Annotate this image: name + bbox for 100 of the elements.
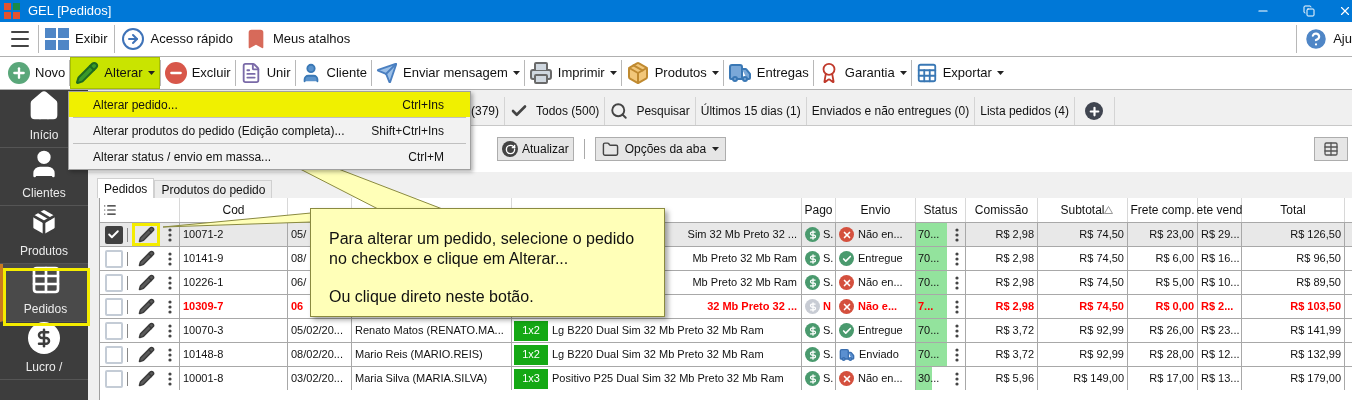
edit-button[interactable] — [137, 346, 155, 363]
table-cell-text: Renato Matos (RENATO.MA... — [355, 323, 504, 339]
pencil-icon — [137, 250, 155, 267]
toolbar-button[interactable]: Garantia — [813, 57, 911, 89]
edit-button[interactable] — [137, 250, 155, 267]
more-button[interactable] — [167, 299, 172, 314]
table-cell-text: R$ 74,50 — [1079, 275, 1124, 291]
more-button[interactable] — [955, 347, 959, 362]
tab[interactable]: Enviados e não entregues (0) — [806, 97, 976, 125]
column-header: Total — [1280, 202, 1306, 219]
more-button[interactable] — [955, 299, 959, 314]
table-cell-text: 08/02/20... — [291, 347, 343, 363]
plus-icon — [8, 62, 30, 84]
row-checkbox[interactable] — [104, 297, 123, 316]
tab-options-dropdown[interactable]: Opções da aba — [594, 137, 727, 161]
tab[interactable]: Produtos do pedido — [154, 180, 273, 198]
tab[interactable]: Pedidos — [97, 178, 155, 198]
check-icon — [839, 251, 854, 266]
tab[interactable]: Últimos 15 dias (1) — [695, 97, 807, 125]
more-button[interactable] — [955, 371, 959, 386]
more-icon — [167, 275, 172, 290]
toolbar-button[interactable]: Entregas — [723, 57, 813, 89]
toolbar-button[interactable]: Produtos — [621, 57, 723, 89]
menu-item[interactable]: Alterar pedido... Ctrl+Ins — [69, 92, 470, 117]
more-button[interactable] — [167, 371, 172, 386]
table-cell-text: R$ 74,50 — [1079, 299, 1124, 315]
table-cell-text: R$ 74,50 — [1079, 227, 1124, 243]
column-settings-button[interactable] — [1314, 137, 1348, 161]
more-icon — [955, 347, 959, 362]
folder-icon — [601, 140, 619, 158]
toolbar-button[interactable]: Excluir — [160, 57, 235, 89]
more-icon — [167, 347, 172, 362]
more-button[interactable] — [167, 275, 172, 290]
toolbar-button[interactable]: Unir — [235, 57, 295, 89]
table-cell-text: R$ 28,00 — [1149, 347, 1194, 363]
app-logo-icon — [4, 3, 20, 19]
table-cell-text: Mario Reis (MARIO.REIS) — [355, 347, 483, 363]
toolbar-button[interactable]: Exportar — [911, 57, 1008, 89]
table-cell-text: S. — [823, 275, 834, 291]
table-row[interactable]: 10001-8 03/02/20... Maria Silva (MARIA.SILVA) 1x3 Positivo P25 Dual Sim 32 Mb Preto 32 Mb Ram S. Não en... 30... R$ 5,96 R$ 149,00 R$ 17,00 R$ 13... R$ 179,00 — [100, 366, 1352, 390]
toolbar-button[interactable]: Imprimir — [524, 57, 621, 89]
edit-button[interactable] — [137, 274, 155, 291]
table-row[interactable]: 10070-3 05/02/20... Renato Matos (RENATO.MA... 1x2 Lg B220 Dual Sim 32 Mb Preto 32 Mb Ram S. Entregue 70... R$ 3,72 R$ 92,99 R$ 26,00 R$ 23... R$ 141,99 — [100, 318, 1352, 342]
edit-button[interactable] — [137, 298, 155, 315]
table-cell-text: Enviado — [859, 347, 899, 363]
more-button[interactable] — [167, 251, 172, 266]
column-header: Envio — [860, 202, 891, 219]
edit-button[interactable] — [137, 370, 155, 387]
more-button[interactable] — [167, 227, 172, 242]
pencil-icon — [137, 274, 155, 291]
row-checkbox[interactable] — [104, 321, 123, 340]
row-checkbox[interactable] — [104, 225, 123, 244]
column-header: Subtotal — [1060, 202, 1105, 219]
more-button[interactable] — [955, 251, 959, 266]
edit-button[interactable] — [137, 226, 155, 243]
more-button[interactable] — [955, 275, 959, 290]
window-title: GEL [Pedidos] — [28, 2, 112, 21]
toolbar-button[interactable]: Exibir — [39, 22, 114, 56]
toolbar-button[interactable]: Cliente — [295, 57, 371, 89]
table-cell-text: Sim 32 Mb Preto 32 ... — [687, 227, 797, 243]
tab[interactable]: Pesquisar — [605, 97, 696, 125]
table-cell-text: R$ 23... — [1201, 323, 1240, 339]
column-header: Status — [923, 202, 958, 219]
table-cell-text: 10071-2 — [183, 227, 224, 243]
toolbar-button[interactable]: Acesso rápido — [114, 22, 239, 56]
tab[interactable]: Lista pedidos (4) — [975, 97, 1075, 125]
toolbar-button[interactable]: Meus atalhos — [238, 22, 357, 56]
row-checkbox[interactable] — [104, 273, 123, 292]
toolbar-button[interactable]: Enviar mensagem — [372, 57, 524, 89]
quantity-badge: 1x2 — [514, 344, 548, 365]
table-cell-text: 70... — [917, 275, 940, 291]
toolbar-button[interactable]: Novo — [4, 57, 70, 89]
table-cell-text: 32 Mb Preto 32 ... — [707, 299, 797, 315]
caret-icon — [147, 71, 155, 75]
table-cell-text: R$ 2,98 — [995, 275, 1034, 291]
toolbar-button[interactable]: Alterar — [70, 57, 160, 89]
pencil-icon — [137, 370, 155, 387]
tab[interactable]: Todos (500) — [505, 97, 606, 125]
sidebar-item[interactable]: Lucro / — [0, 322, 88, 380]
more-button[interactable] — [167, 347, 172, 362]
more-button[interactable] — [955, 227, 959, 242]
sidebar-item[interactable]: Pedidos — [0, 264, 88, 322]
row-checkbox[interactable] — [104, 369, 123, 388]
refresh-button[interactable]: Atualizar — [497, 137, 574, 161]
table-cell-text: 06/ — [291, 275, 307, 291]
row-checkbox[interactable] — [104, 249, 123, 268]
row-checkbox[interactable] — [104, 345, 123, 364]
table-row[interactable]: 10148-8 08/02/20... Mario Reis (MARIO.REIS) 1x2 Lg B220 Dual Sim 32 Mb Preto 32 Mb Ram S. Enviado 70... R$ 3,72 R$ 92,99 R$ 28,00 R$ 12... R$ 132,99 — [100, 342, 1352, 366]
quantity-badge: 1x2 — [514, 320, 548, 341]
edit-button[interactable] — [137, 322, 155, 339]
caret-icon — [899, 71, 907, 75]
table-cell-text: 70... — [917, 251, 940, 267]
more-icon — [167, 371, 172, 386]
more-button[interactable] — [955, 323, 959, 338]
check-icon — [107, 228, 120, 241]
help-button[interactable]: Aju — [1297, 26, 1352, 52]
table-cell-text: R$ 0,00 — [1155, 299, 1194, 315]
more-button[interactable] — [167, 323, 172, 338]
table-cell-text: Entregue — [858, 251, 903, 267]
pencil-icon — [75, 61, 100, 85]
